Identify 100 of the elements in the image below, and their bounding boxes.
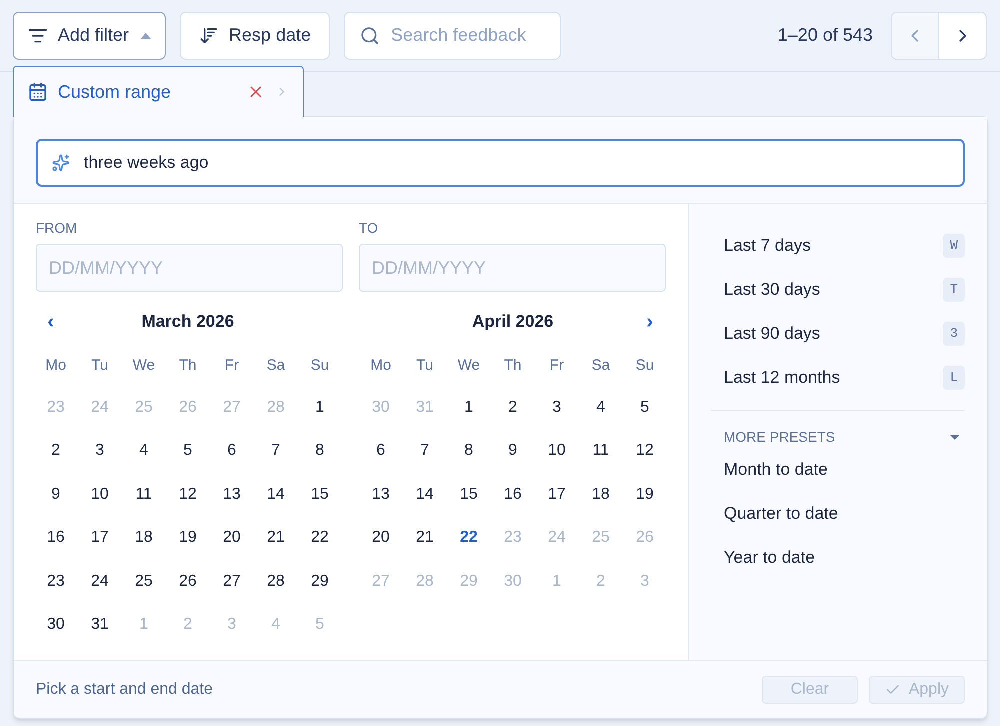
calendar-day[interactable]: 13 — [215, 478, 249, 512]
caret-icon — [141, 32, 152, 38]
calendar-day[interactable]: 6 — [364, 434, 398, 468]
calendar-day[interactable]: 30 — [39, 608, 73, 642]
calendar-day[interactable]: 9 — [39, 478, 73, 512]
shortcut-key: W — [943, 234, 965, 258]
calendar-day[interactable]: 1 — [303, 390, 337, 425]
calendar-day[interactable]: 15 — [452, 478, 486, 512]
sparkle-icon — [52, 154, 70, 172]
calendar-day[interactable]: 18 — [127, 521, 161, 556]
calendar-day[interactable]: 7 — [259, 434, 293, 468]
calendar-day[interactable]: 4 — [127, 434, 161, 468]
shortcut-key: L — [943, 366, 965, 390]
weekday-label: Sa — [266, 356, 286, 376]
calendar-day[interactable]: 3 — [540, 390, 574, 425]
preset-item[interactable]: Last 90 days 3 — [711, 312, 965, 356]
calendar-day[interactable]: 19 — [171, 521, 205, 556]
more-presets-toggle[interactable]: MORE PRESETS — [711, 427, 965, 448]
shortcut-key: 3 — [943, 322, 965, 346]
calendar-day[interactable]: 11 — [584, 434, 618, 468]
next-page-button[interactable] — [939, 12, 987, 60]
preset-item[interactable]: Last 12 months L — [711, 356, 965, 400]
weekday-label: Su — [636, 356, 654, 376]
calendar-day[interactable]: 6 — [215, 434, 249, 468]
calendar-day[interactable]: 8 — [452, 434, 486, 468]
calendar-day[interactable]: 12 — [171, 478, 205, 512]
month-title: March 2026 — [140, 311, 236, 334]
calendar-day[interactable]: 8 — [303, 434, 337, 468]
calendar-day[interactable]: 25 — [127, 564, 161, 599]
calendar-day[interactable]: 16 — [39, 521, 73, 556]
preset-item[interactable]: Quarter to date — [711, 492, 965, 536]
weekday-label: Th — [179, 356, 197, 376]
weekday-label: Sa — [592, 356, 610, 376]
calendar-day[interactable]: 21 — [259, 521, 293, 556]
calendar-day[interactable]: 18 — [584, 478, 618, 512]
pagination-label: 1–20 of 543 — [778, 24, 873, 47]
add-filter-button[interactable]: Add filter — [13, 12, 166, 60]
weekday-label: Mo — [370, 356, 392, 376]
calendar-day[interactable]: 31 — [83, 608, 117, 642]
field-label: TO — [359, 219, 380, 238]
previous-month-button[interactable]: ‹ — [44, 312, 58, 332]
calendar-day[interactable]: 12 — [628, 434, 662, 468]
calendar-day[interactable]: 10 — [83, 478, 117, 512]
calendar-day[interactable]: 29 — [303, 564, 337, 599]
calendar-day[interactable]: 19 — [628, 478, 662, 512]
weekday-label: Tu — [92, 356, 108, 376]
weekday-label: Th — [504, 356, 522, 376]
calendar-day[interactable]: 11 — [127, 478, 161, 512]
calendar-day[interactable]: 13 — [364, 478, 398, 512]
search-field[interactable]: Search feedback — [344, 12, 562, 60]
search-icon — [360, 26, 380, 46]
calendar-day[interactable]: 15 — [303, 478, 337, 512]
calendar-day[interactable]: 3 — [83, 434, 117, 468]
date-input-field[interactable]: DD/MM/YYYY — [359, 244, 666, 292]
weekday-label: Tu — [416, 356, 434, 376]
calendar-day[interactable]: 20 — [215, 521, 249, 556]
calendar-icon — [28, 82, 48, 102]
natural-language-date-field[interactable]: three weeks ago — [36, 139, 965, 187]
next-month-button[interactable]: › — [643, 312, 657, 332]
hint-text: Pick a start and end date — [36, 680, 214, 700]
calendar-day[interactable]: 22 — [303, 521, 337, 556]
calendar-day[interactable]: 17 — [83, 521, 117, 556]
preset-item[interactable]: Month to date — [711, 448, 965, 492]
calendar-day[interactable]: 20 — [364, 521, 398, 556]
month-title: April 2026 — [471, 311, 555, 334]
custom-range-tab[interactable]: Custom range — [13, 66, 304, 117]
caret-icon — [950, 435, 960, 440]
calendar-day[interactable]: 17 — [540, 478, 574, 512]
calendar-day[interactable]: 7 — [408, 434, 442, 468]
calendar-day[interactable]: 5 — [171, 434, 205, 468]
calendar-day[interactable]: 21 — [408, 521, 442, 556]
calendar-day[interactable]: 24 — [83, 564, 117, 599]
calendar-day[interactable]: 22 — [452, 521, 486, 556]
previous-page-button[interactable] — [891, 12, 939, 60]
weekday-label: Mo — [46, 356, 66, 376]
calendar-day[interactable]: 23 — [39, 564, 73, 599]
calendar-day[interactable]: 9 — [496, 434, 530, 468]
preset-item[interactable]: Year to date — [711, 536, 965, 580]
field-label: FROM — [36, 219, 78, 238]
calendar-day[interactable]: 2 — [496, 390, 530, 425]
calendar-day[interactable]: 5 — [628, 390, 662, 425]
calendar-day[interactable]: 10 — [540, 434, 574, 468]
calendar-day[interactable]: 27 — [215, 564, 249, 599]
preset-item[interactable]: Last 30 days T — [711, 268, 965, 312]
weekday-label: Fr — [224, 356, 240, 376]
calendar-day[interactable]: 26 — [171, 564, 205, 599]
calendar-day[interactable]: 16 — [496, 478, 530, 512]
sort-button[interactable]: Resp date — [180, 12, 330, 60]
calendar-day[interactable]: 4 — [584, 390, 618, 425]
calendar-day[interactable]: 28 — [259, 564, 293, 599]
calendar-day[interactable]: 2 — [39, 434, 73, 468]
weekday-label: We — [458, 356, 480, 376]
date-input-field[interactable]: DD/MM/YYYY — [36, 244, 343, 292]
calendar-day[interactable]: 14 — [408, 478, 442, 512]
calendar-day[interactable]: 14 — [259, 478, 293, 512]
preset-item[interactable]: Last 7 days W — [711, 224, 965, 268]
shortcut-key: T — [943, 278, 965, 302]
calendar-day[interactable]: 1 — [452, 390, 486, 425]
weekday-label: Su — [310, 356, 330, 376]
sort-icon — [199, 26, 220, 46]
